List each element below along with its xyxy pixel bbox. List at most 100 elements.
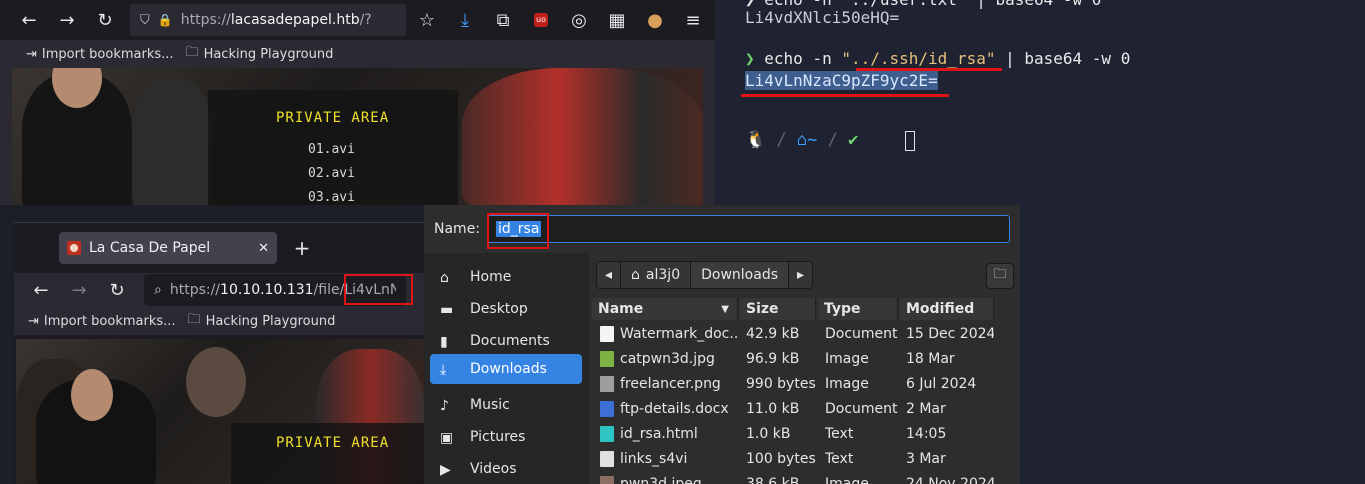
back-arrow-icon[interactable]: ← <box>12 3 46 37</box>
file-size: 38.6 kB <box>746 476 800 484</box>
path-back-icon[interactable]: ◂ <box>597 262 622 288</box>
extensions-icon[interactable]: ⧉ <box>486 3 520 37</box>
new-folder-button[interactable]: 🗀 <box>986 263 1014 289</box>
place-label: Music <box>470 397 510 413</box>
bookmark-folder-hacking[interactable]: 🗀 Hacking Playground <box>186 43 334 65</box>
place-videos[interactable]: ▶ Videos <box>430 454 582 484</box>
figure <box>132 78 212 205</box>
file-modified: 14:05 <box>906 426 947 442</box>
private-area-title: PRIVATE AREA <box>276 435 390 451</box>
tab-title: La Casa De Papel <box>89 240 211 256</box>
annotation-box-filename <box>487 213 549 249</box>
forward-arrow-icon[interactable]: → <box>62 273 96 307</box>
back-arrow-icon[interactable]: ← <box>24 273 58 307</box>
cmd-string: "../.ssh/id_rsa" <box>841 49 996 68</box>
import-icon: ⇥ <box>26 46 37 62</box>
table-row[interactable]: links_s4vi 100 bytes Text 3 Mar <box>592 447 994 472</box>
desktop-icon: ▬ <box>440 302 454 318</box>
path-segment-home[interactable]: ⌂ al3j0 <box>621 262 692 288</box>
browser-toolbar: ← → ↻ ⛉ 🔒 https://lacasadepapel.htb/? ☆ … <box>0 0 715 40</box>
new-tab-icon[interactable]: + <box>285 231 319 265</box>
url-bar[interactable]: ⛉ 🔒 https://lacasadepapel.htb/? <box>130 4 406 36</box>
reload-icon[interactable]: ↻ <box>88 3 122 37</box>
reload-icon[interactable]: ↻ <box>100 273 134 307</box>
file-size: 42.9 kB <box>746 326 800 342</box>
terminal-prompt: 🐧 / ⌂~ / ✔ <box>745 130 859 150</box>
annotation-box-url <box>344 274 413 305</box>
file-icon <box>600 476 614 484</box>
file-link-01[interactable]: 01.avi <box>308 142 355 157</box>
column-header-modified[interactable]: Modified <box>900 298 994 320</box>
tab-la-casa-de-papel[interactable]: La Casa De Papel ✕ <box>59 232 277 264</box>
file-link-02[interactable]: 02.avi <box>308 166 355 181</box>
bookmark-import[interactable]: ⇥ Import bookmarks... <box>26 47 174 62</box>
place-label: Home <box>470 269 512 285</box>
path-forward-icon[interactable]: ▸ <box>789 262 812 288</box>
star-icon[interactable]: ☆ <box>410 3 444 37</box>
import-icon: ⇥ <box>28 313 39 329</box>
bookmark-import[interactable]: ⇥ Import bookmarks... <box>28 314 176 329</box>
bookmark-folder-hacking[interactable]: 🗀 Hacking Playground <box>188 310 336 332</box>
place-label: Downloads <box>470 361 547 377</box>
browser-window-top: ← → ↻ ⛉ 🔒 https://lacasadepapel.htb/? ☆ … <box>0 0 715 205</box>
file-type: Image <box>825 476 869 484</box>
file-size: 1.0 kB <box>746 426 791 442</box>
file-link-03[interactable]: 03.avi <box>308 190 355 205</box>
file-modified: 15 Dec 2024 <box>906 326 994 342</box>
forward-arrow-icon[interactable]: → <box>50 3 84 37</box>
table-row[interactable]: Watermark_doc... 42.9 kB Document 15 Dec 20… <box>592 322 994 347</box>
cookie-icon[interactable]: ● <box>638 3 672 37</box>
cmd-echo: echo -n <box>764 49 842 68</box>
qr-code-icon[interactable]: ▦ <box>600 3 634 37</box>
file-name: Watermark_doc... <box>620 326 738 342</box>
lock-icon: 🔒 <box>157 13 173 27</box>
bookmarks-bar: ⇥ Import bookmarks... 🗀 Hacking Playground <box>14 307 426 335</box>
file-name: id_rsa.html <box>620 426 698 442</box>
close-tab-icon[interactable]: ✕ <box>258 241 269 256</box>
places-sidebar: ⌂ Home ▬ Desktop ▮ Documents ⤓ Downloads ♪ Mu… <box>424 253 589 484</box>
terminal-output-selected[interactable]: Li4vLnNzaC9pZF9yc2E= <box>745 71 938 90</box>
place-pictures[interactable]: ▣ Pictures <box>430 422 582 452</box>
place-desktop[interactable]: ▬ Desktop <box>430 294 582 324</box>
document-icon: ▮ <box>440 334 448 350</box>
place-music[interactable]: ♪ Music <box>430 390 582 420</box>
table-row[interactable]: ftp-details.docx 11.0 kB Document 2 Mar <box>592 397 994 422</box>
table-row[interactable]: pwn3d.jpeg 38.6 kB Image 24 Nov 2024 <box>592 472 994 484</box>
column-header-type[interactable]: Type <box>818 298 898 320</box>
table-row[interactable]: id_rsa.html 1.0 kB Text 14:05 <box>592 422 994 447</box>
file-icon <box>600 351 614 367</box>
download-icon[interactable]: ⤓ <box>448 3 482 37</box>
menu-icon[interactable]: ≡ <box>676 3 710 37</box>
file-type: Document <box>825 326 898 342</box>
file-size: 96.9 kB <box>746 351 800 367</box>
place-documents[interactable]: ▮ Documents <box>430 326 582 356</box>
file-modified: 3 Mar <box>906 451 946 467</box>
place-label: Videos <box>470 461 517 477</box>
file-name: freelancer.png <box>620 376 721 392</box>
place-downloads[interactable]: ⤓ Downloads <box>430 354 582 384</box>
path-segment-downloads[interactable]: Downloads <box>691 262 789 288</box>
owl-extension-icon[interactable]: ◎ <box>562 3 596 37</box>
file-size: 100 bytes <box>746 451 816 467</box>
file-name: links_s4vi <box>620 451 688 467</box>
figure-face <box>71 369 113 421</box>
browser-window-bottom: La Casa De Papel ✕ + ← → ↻ ⌕ https://10.… <box>14 222 426 484</box>
ublock-icon[interactable]: uo <box>524 3 558 37</box>
file-icon <box>600 401 614 417</box>
file-icon <box>600 426 614 442</box>
file-type: Image <box>825 376 869 392</box>
file-modified: 24 Nov 2024 <box>906 476 994 484</box>
filename-input[interactable]: id_rsa <box>487 215 1010 243</box>
page-content-bottom: PRIVATE AREA <box>16 339 424 484</box>
annotation-underline-output <box>741 94 949 97</box>
column-header-size[interactable]: Size <box>740 298 816 320</box>
page-content-top: PRIVATE AREA 01.avi 02.avi 03.avi <box>12 68 703 205</box>
private-area-box: PRIVATE AREA <box>231 423 424 484</box>
file-modified: 2 Mar <box>906 401 946 417</box>
file-type: Document <box>825 401 898 417</box>
table-row[interactable]: catpwn3d.jpg 96.9 kB Image 18 Mar <box>592 347 994 372</box>
file-size: 990 bytes <box>746 376 816 392</box>
table-row[interactable]: freelancer.png 990 bytes Image 6 Jul 2024 <box>592 372 994 397</box>
place-home[interactable]: ⌂ Home <box>430 262 582 292</box>
column-header-name[interactable]: Name ▼ <box>592 298 738 320</box>
